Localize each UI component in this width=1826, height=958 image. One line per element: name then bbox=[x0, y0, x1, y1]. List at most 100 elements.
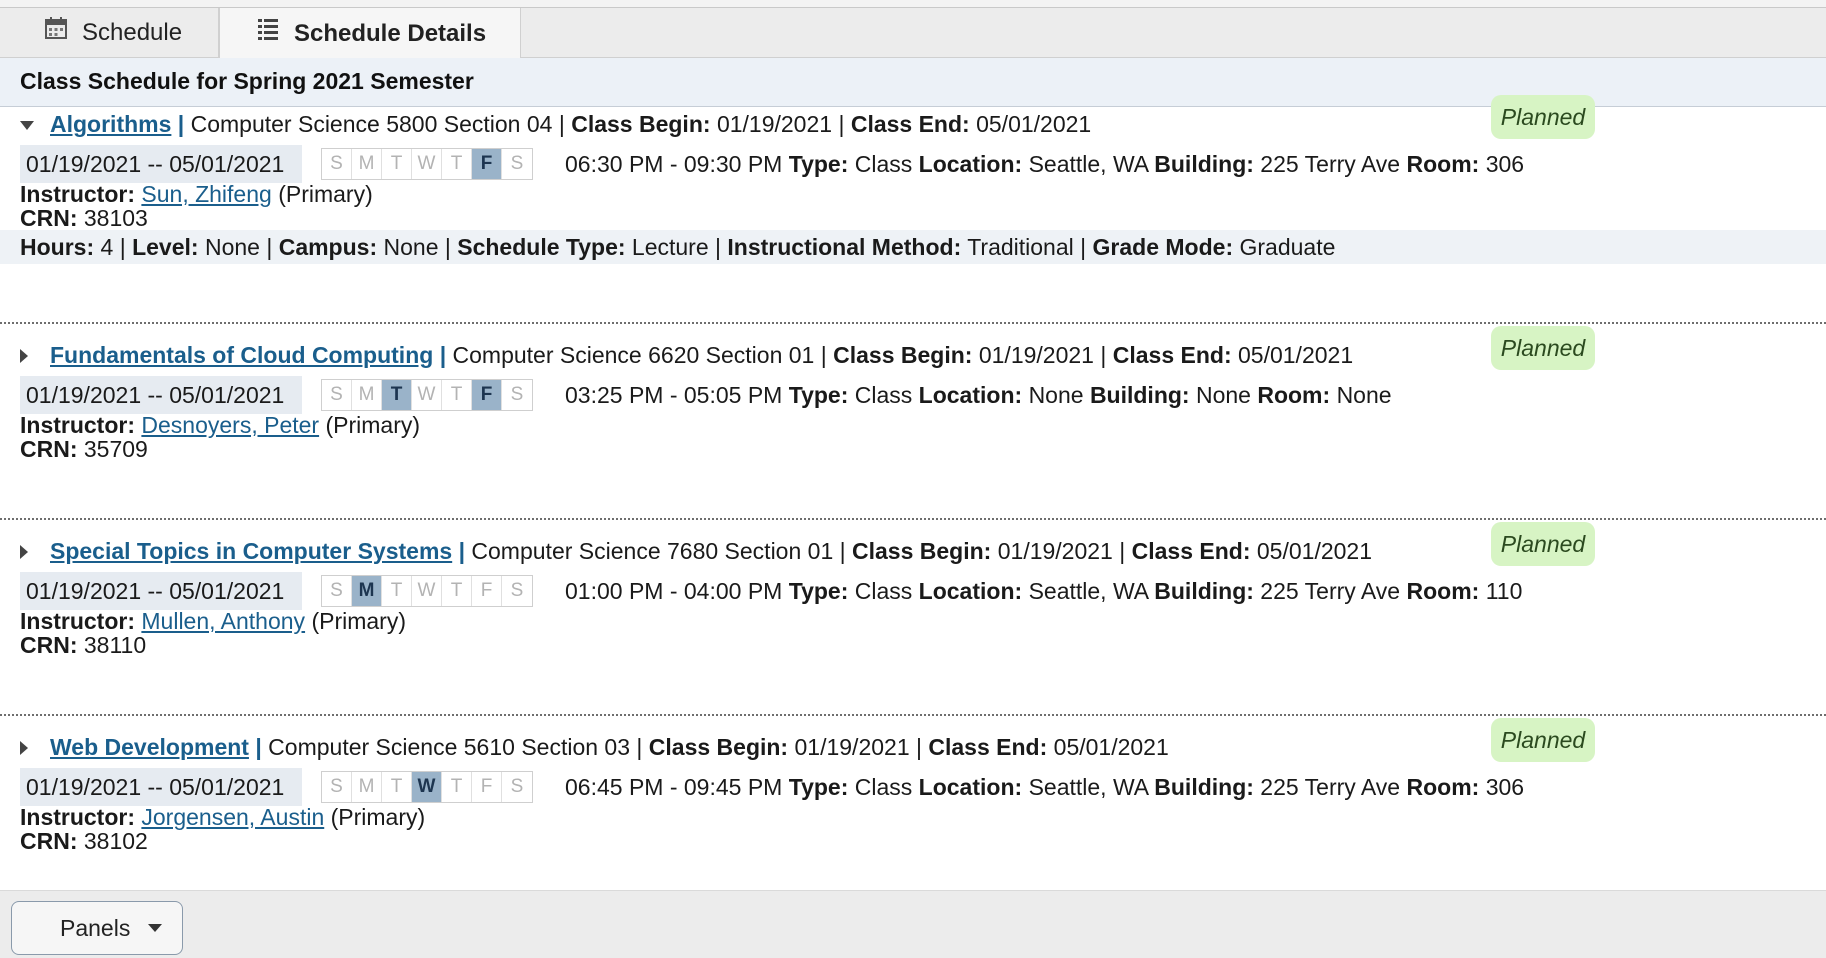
day-cell: T bbox=[382, 576, 412, 606]
room-label: Room: bbox=[1406, 151, 1480, 177]
day-cell: S bbox=[322, 149, 352, 179]
meeting-days: SMTWTFS bbox=[321, 771, 533, 803]
class-begin-value: 01/19/2021 bbox=[716, 111, 833, 137]
day-cell: W bbox=[412, 380, 442, 410]
crn-line: CRN: 35709 bbox=[20, 435, 148, 463]
instructional-method-value: Traditional bbox=[967, 234, 1074, 260]
campus-label: Campus: bbox=[278, 234, 378, 260]
crn-value: 38103 bbox=[83, 205, 148, 231]
class-begin-label: Class Begin: bbox=[852, 538, 992, 564]
top-border bbox=[0, 0, 1826, 8]
tab-schedule-details-label: Schedule Details bbox=[294, 19, 487, 47]
day-cell: F bbox=[472, 380, 502, 410]
crn-line: CRN: 38102 bbox=[20, 827, 148, 855]
course-subject-section: Computer Science 5610 Section 03 bbox=[268, 734, 631, 760]
tab-schedule[interactable]: Schedule bbox=[0, 8, 219, 58]
class-begin-label: Class Begin: bbox=[648, 734, 789, 760]
instructor-link[interactable]: Mullen, Anthony bbox=[141, 608, 305, 634]
pipe-separator: | bbox=[1080, 234, 1087, 260]
day-cell: F bbox=[472, 149, 502, 179]
day-cell: T bbox=[382, 772, 412, 802]
schedule-type-value: Lecture bbox=[631, 234, 709, 260]
status-badge: Planned bbox=[1491, 718, 1595, 762]
section-divider bbox=[0, 518, 1826, 520]
caret-collapsed-icon[interactable] bbox=[20, 545, 28, 559]
course-title-link[interactable]: Special Topics in Computer Systems bbox=[50, 538, 452, 564]
day-cell: W bbox=[412, 149, 442, 179]
class-end-label: Class End: bbox=[1112, 342, 1232, 368]
day-cell: M bbox=[352, 772, 382, 802]
instructor-link[interactable]: Jorgensen, Austin bbox=[141, 804, 324, 830]
course-title-link[interactable]: Fundamentals of Cloud Computing bbox=[50, 342, 433, 368]
type-value: Class bbox=[854, 382, 913, 408]
section-divider bbox=[0, 322, 1826, 324]
caret-collapsed-icon[interactable] bbox=[20, 741, 28, 755]
level-value: None bbox=[204, 234, 260, 260]
building-label: Building: bbox=[1154, 578, 1254, 604]
course-subject-section: Computer Science 7680 Section 01 bbox=[471, 538, 834, 564]
meeting-info-line: 06:45 PM - 09:45 PM Type: Class Location… bbox=[565, 773, 1524, 801]
day-cell: W bbox=[412, 576, 442, 606]
instructor-role: (Primary) bbox=[311, 608, 406, 634]
pipe-separator: | bbox=[444, 234, 451, 260]
day-cell: T bbox=[442, 576, 472, 606]
meeting-days: SMTWTFS bbox=[321, 148, 533, 180]
status-badge: Planned bbox=[1491, 95, 1595, 139]
building-value: 225 Terry Ave bbox=[1260, 774, 1401, 800]
pipe-separator: | bbox=[255, 734, 262, 760]
instructor-link[interactable]: Desnoyers, Peter bbox=[141, 412, 319, 438]
class-end-value: 05/01/2021 bbox=[1053, 734, 1169, 760]
type-value: Class bbox=[854, 151, 913, 177]
grade-mode-label: Grade Mode: bbox=[1092, 234, 1234, 260]
room-value: 306 bbox=[1485, 151, 1525, 177]
class-begin-value: 01/19/2021 bbox=[794, 734, 910, 760]
building-label: Building: bbox=[1089, 382, 1190, 408]
crn-value: 38110 bbox=[83, 632, 147, 658]
room-label: Room: bbox=[1406, 774, 1480, 800]
meeting-time: 03:25 PM - 05:05 PM bbox=[565, 382, 783, 408]
hours-value: 4 bbox=[100, 234, 114, 260]
location-value: Seattle, WA bbox=[1028, 578, 1148, 604]
day-cell: T bbox=[442, 380, 472, 410]
pipe-separator: | bbox=[439, 342, 447, 368]
room-value: 306 bbox=[1485, 774, 1525, 800]
meeting-info-line: 01:00 PM - 04:00 PM Type: Class Location… bbox=[565, 577, 1522, 605]
class-end-label: Class End: bbox=[928, 734, 1048, 760]
room-value: 110 bbox=[1485, 578, 1523, 604]
course-header-line: Special Topics in Computer Systems | Com… bbox=[50, 537, 1372, 565]
building-value: 225 Terry Ave bbox=[1260, 151, 1401, 177]
pipe-separator: | bbox=[636, 734, 643, 760]
tab-schedule-label: Schedule bbox=[82, 19, 183, 46]
campus-value: None bbox=[383, 234, 439, 260]
crn-value: 35709 bbox=[83, 436, 148, 462]
instructor-role: (Primary) bbox=[278, 181, 373, 207]
location-value: Seattle, WA bbox=[1028, 774, 1148, 800]
footer-bar: Panels bbox=[0, 890, 1826, 958]
location-label: Location: bbox=[918, 151, 1023, 177]
course-title-link[interactable]: Web Development bbox=[50, 734, 249, 760]
day-cell: M bbox=[352, 576, 382, 606]
caret-collapsed-icon[interactable] bbox=[20, 349, 28, 363]
date-range: 01/19/2021 -- 05/01/2021 bbox=[20, 768, 302, 806]
pipe-separator: | bbox=[119, 234, 126, 260]
calendar-icon bbox=[45, 17, 67, 39]
crn-label: CRN: bbox=[20, 436, 78, 462]
pipe-separator: | bbox=[266, 234, 273, 260]
date-range: 01/19/2021 -- 05/01/2021 bbox=[20, 376, 302, 414]
caret-expanded-icon[interactable] bbox=[20, 121, 34, 130]
class-end-label: Class End: bbox=[850, 111, 970, 137]
grade-mode-value: Graduate bbox=[1239, 234, 1336, 260]
room-label: Room: bbox=[1257, 382, 1331, 408]
panels-button[interactable]: Panels bbox=[11, 901, 183, 955]
tab-schedule-details[interactable]: Schedule Details bbox=[219, 8, 521, 59]
course-title-link[interactable]: Algorithms bbox=[50, 111, 171, 137]
day-cell: S bbox=[322, 576, 352, 606]
day-cell: T bbox=[442, 772, 472, 802]
crn-line: CRN: 38103 bbox=[20, 204, 148, 232]
type-label: Type: bbox=[788, 774, 849, 800]
status-badge: Planned bbox=[1491, 326, 1595, 370]
day-cell: S bbox=[510, 384, 524, 405]
meeting-time: 06:45 PM - 09:45 PM bbox=[565, 774, 783, 800]
instructor-link[interactable]: Sun, Zhifeng bbox=[141, 181, 271, 207]
pipe-separator: | bbox=[839, 538, 846, 564]
